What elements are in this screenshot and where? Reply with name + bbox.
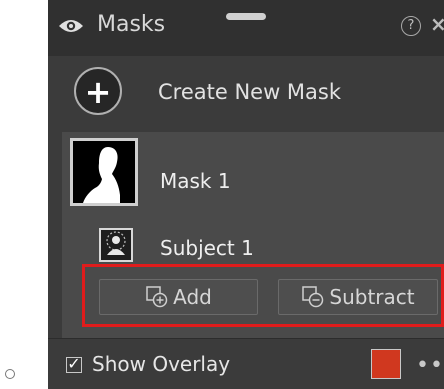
drag-handle-icon[interactable] — [226, 13, 266, 20]
help-icon[interactable]: ? — [401, 16, 421, 36]
plus-icon: + — [74, 67, 122, 115]
panel-title: Masks — [97, 12, 166, 37]
show-overlay-label: Show Overlay — [92, 352, 231, 376]
subtract-label: Subtract — [329, 285, 415, 309]
add-mask-icon — [146, 286, 168, 308]
close-icon[interactable]: × — [430, 12, 444, 36]
panel-footer: ✓ Show Overlay ••• — [48, 339, 444, 389]
create-new-mask-label: Create New Mask — [158, 80, 342, 104]
subject-component-label: Subject 1 — [160, 236, 254, 260]
show-overlay-checkbox[interactable]: ✓ — [66, 356, 82, 373]
overlay-color-swatch[interactable] — [371, 349, 401, 379]
masks-panel: Masks ? × + Create New Mask Mask 1 Subje… — [48, 0, 444, 389]
subtract-mask-icon — [302, 286, 324, 308]
panel-header: Masks ? × — [48, 0, 444, 56]
more-options-icon[interactable]: ••• — [416, 353, 444, 378]
create-new-mask-button[interactable]: + Create New Mask — [48, 56, 444, 128]
mask-name: Mask 1 — [160, 169, 231, 193]
mask-thumbnail[interactable] — [70, 138, 138, 206]
subtract-button[interactable]: Subtract — [278, 279, 438, 315]
subject-person-icon[interactable] — [99, 228, 133, 262]
person-silhouette-icon — [73, 141, 135, 203]
page-bullet-icon — [5, 369, 15, 379]
add-label: Add — [173, 285, 212, 309]
eye-icon[interactable] — [58, 17, 84, 39]
add-button[interactable]: Add — [99, 279, 258, 315]
